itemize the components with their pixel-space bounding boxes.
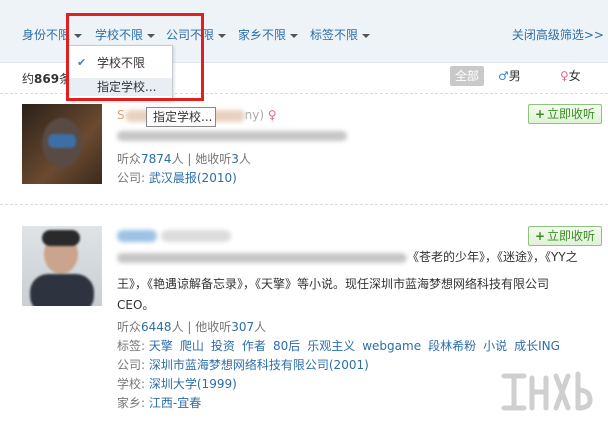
tag-link[interactable]: 段林希粉: [428, 339, 476, 353]
company-label: 公司:: [117, 358, 146, 372]
close-advanced-filter-link[interactable]: 关闭高级筛选>>: [512, 26, 604, 43]
plus-icon: +: [534, 229, 546, 243]
chevron-down-icon: [362, 33, 371, 38]
follow-button-label: 立即收听: [547, 107, 596, 121]
user-name-suffix: ny): [244, 108, 265, 122]
female-icon: ♀: [267, 108, 277, 122]
result-2-stats: 听众6448人 | 他收听307人: [117, 318, 266, 335]
company-link[interactable]: 武汉晨报(2010): [149, 171, 237, 185]
result-count: 约869条: [22, 70, 71, 87]
school-link[interactable]: 深圳大学(1999): [149, 377, 237, 391]
result-2-hometown: 家乡: 江西-宜春: [117, 394, 201, 411]
user-name-visible: S: [117, 108, 125, 122]
chevron-down-icon: [290, 33, 299, 38]
tag-link[interactable]: 天擎: [149, 339, 173, 353]
tag-link[interactable]: 投资: [211, 339, 235, 353]
annotation-highlight-box: [66, 13, 204, 101]
follow-button-label: 立即收听: [547, 229, 596, 243]
result-2-name-line: [117, 228, 231, 242]
blurred-name: [160, 229, 231, 242]
hometown-link[interactable]: 江西-宜春: [149, 396, 201, 410]
filter-tags-label: 标签不限: [310, 28, 359, 42]
tag-link[interactable]: webgame: [362, 339, 421, 353]
follow-button[interactable]: + 立即收听: [528, 104, 602, 124]
filter-tags[interactable]: 标签不限: [310, 26, 371, 43]
divider: [0, 204, 608, 205]
result-2-company: 公司: 深圳市蓝海梦想网络科技有限公司(2001): [117, 356, 369, 373]
company-link[interactable]: 深圳市蓝海梦想网络科技有限公司(2001): [149, 358, 369, 372]
followers-count[interactable]: 7874: [141, 152, 172, 166]
tag-link[interactable]: 80后: [273, 339, 300, 353]
separator: |: [183, 320, 196, 334]
chevron-down-icon: [218, 33, 227, 38]
following-count[interactable]: 3: [231, 152, 239, 166]
followers-label: 听众: [117, 320, 142, 334]
result-2-tags: 标签: 天擎 爬山 投资 作者 80后 乐观主义 webgame 段林希粉 小说 成长ING: [117, 337, 567, 354]
result-count-number: 869: [34, 72, 60, 86]
result-1-company: 公司: 武汉晨报(2010): [117, 169, 237, 186]
watermark-logo: [501, 371, 593, 411]
result-2-bio-line-3: CEO。: [117, 298, 155, 312]
blurred-bio: [117, 130, 347, 141]
bio-text: 《苍老的少年》，《迷途》，《YY之: [407, 250, 578, 264]
followers-unit: 人: [171, 320, 184, 334]
female-icon: ♀: [560, 69, 569, 83]
result-2-bio-line-1: 《苍老的少年》，《迷途》，《YY之: [117, 248, 578, 265]
filter-identity-label: 身份不限: [22, 28, 71, 42]
male-icon: ♂: [498, 69, 509, 83]
separator: |: [183, 152, 196, 166]
result-1-stats: 听众7874人 | 她收听3人: [117, 150, 251, 167]
plus-icon: +: [534, 107, 546, 121]
followers-label: 听众: [117, 152, 142, 166]
following-label: 他收听: [195, 320, 232, 334]
followers-unit: 人: [171, 152, 184, 166]
following-label: 她收听: [195, 152, 232, 166]
school-label: 学校:: [117, 377, 146, 391]
company-label: 公司:: [117, 171, 146, 185]
hometown-label: 家乡:: [117, 396, 146, 410]
following-unit: 人: [238, 152, 251, 166]
filter-hometown[interactable]: 家乡不限: [238, 26, 299, 43]
tooltip: 指定学校...: [146, 107, 216, 127]
following-unit: 人: [254, 320, 267, 334]
tag-link[interactable]: 小说: [483, 339, 507, 353]
result-count-prefix: 约: [22, 72, 35, 86]
follow-button[interactable]: + 立即收听: [528, 226, 602, 246]
gender-male-label: 男: [508, 69, 521, 83]
tags-label: 标签:: [117, 339, 146, 353]
gender-female-button[interactable]: ♀女: [560, 66, 581, 86]
following-count[interactable]: 307: [231, 320, 254, 334]
followers-count[interactable]: 6448: [141, 320, 172, 334]
tag-link[interactable]: 作者: [242, 339, 266, 353]
tag-link[interactable]: 乐观主义: [307, 339, 355, 353]
tag-link[interactable]: 成长ING: [514, 339, 560, 353]
tag-link[interactable]: 爬山: [180, 339, 204, 353]
filter-hometown-label: 家乡不限: [238, 28, 287, 42]
avatar[interactable]: [22, 226, 102, 306]
result-2-bio-line-2: 王》，《艳遇谅解备忘录》，《天擎》等小说。现任深圳市蓝海梦想网络科技有限公司: [117, 277, 550, 291]
blurred-bio: [117, 252, 407, 263]
result-2-school: 学校: 深圳大学(1999): [117, 375, 237, 392]
gender-all-button[interactable]: 全部: [450, 66, 484, 86]
avatar[interactable]: [22, 104, 102, 184]
gender-female-label: 女: [568, 69, 581, 83]
result-1-bio: [117, 128, 347, 142]
blurred-name: [117, 229, 157, 242]
gender-male-button[interactable]: ♂男: [498, 66, 521, 86]
